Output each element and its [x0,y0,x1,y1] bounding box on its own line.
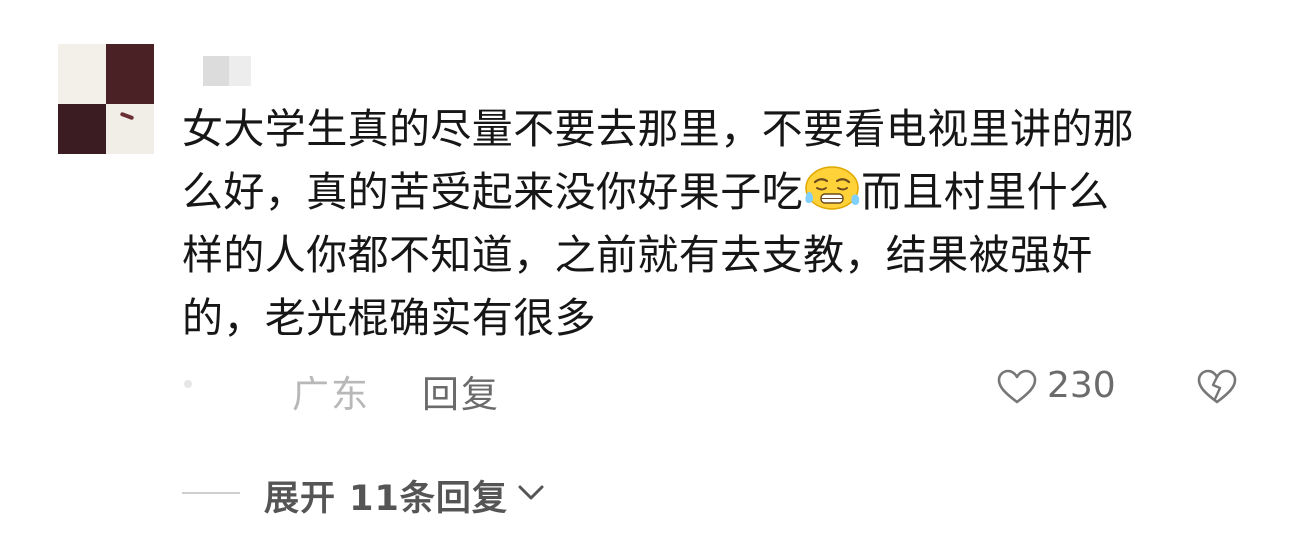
avatar-block [58,44,106,104]
meta-dot [184,380,192,388]
redaction-block [229,56,251,86]
reply-button[interactable]: 回复 [422,364,500,418]
comment-line: 女大学生真的尽量不要去那里，不要看电视里讲的那 [182,105,1135,153]
avatar-block [106,104,154,154]
divider [182,492,240,494]
anxious-sweat-emoji-icon [805,166,860,210]
like-count: 230 [1047,365,1116,406]
avatar-block [106,44,154,104]
comment-line: 样的人你都不知道，之前就有去支教，结果被强奸 [182,231,1093,279]
broken-heart-icon[interactable] [1197,369,1237,405]
comment-line-segment: 而且村里什么 [861,168,1110,216]
comment-line: 的，老光棍确实有很多 [182,294,596,342]
chevron-down-icon [518,485,544,500]
location-label: 广东 [292,373,370,416]
avatar-block [58,104,106,154]
username-redacted[interactable] [203,56,251,86]
redaction-block [203,56,229,86]
avatar[interactable] [58,44,154,154]
expand-replies-button[interactable]: 展开 11条回复 [182,468,582,519]
comment-line: 么好，真的苦受起来没你好果子吃 而且村里什么 [182,161,1232,224]
expand-replies-label: 展开 11条回复 [264,479,508,519]
heart-icon [997,369,1037,404]
comment-meta: 广东 回复 230 [182,362,1242,416]
comment-line-segment: 么好，真的苦受起来没你好果子吃 [182,168,803,216]
comment-body: 女大学生真的尽量不要去那里，不要看电视里讲的那 么好，真的苦受起来没你好果子吃 … [182,98,1232,350]
